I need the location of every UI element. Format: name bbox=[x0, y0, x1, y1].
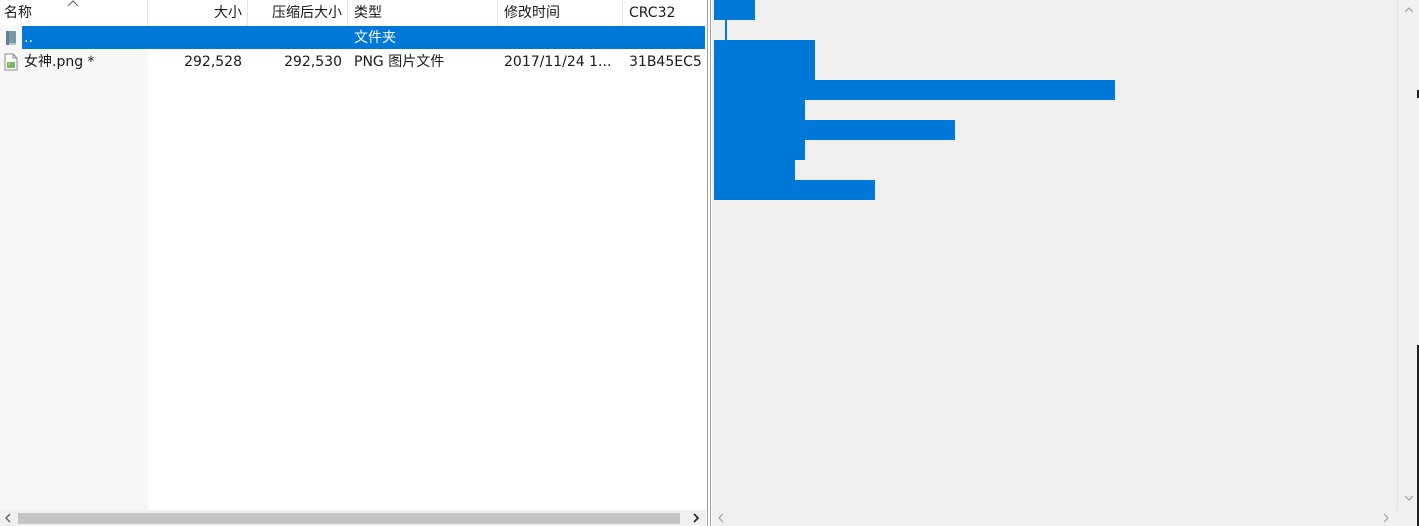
file-size: 292,528 bbox=[184, 54, 242, 70]
scroll-right-icon[interactable] bbox=[1379, 511, 1393, 525]
tree-item-highlight[interactable] bbox=[714, 160, 795, 180]
name-column-background bbox=[0, 26, 148, 510]
column-header-crc32[interactable]: CRC32 bbox=[629, 0, 705, 26]
scroll-right-icon[interactable] bbox=[688, 510, 704, 526]
file-row-parent[interactable]: .. 文件夹 bbox=[0, 26, 706, 50]
tree-item-highlight[interactable] bbox=[714, 60, 815, 80]
column-header-size[interactable]: 大小 bbox=[150, 0, 242, 26]
file-name: 女神.png * bbox=[24, 54, 95, 70]
folder-tree-pane bbox=[712, 0, 1419, 526]
file-type: 文件夹 bbox=[354, 30, 396, 46]
splitter-line bbox=[710, 0, 711, 526]
file-type: PNG 图片文件 bbox=[354, 54, 445, 70]
file-row[interactable]: 女神.png * 292,528 292,530 PNG 图片文件 2017/1… bbox=[0, 50, 706, 74]
column-header-bar: 名称 大小 压缩后大小 类型 修改时间 CRC32 bbox=[0, 0, 706, 26]
scroll-up-icon[interactable] bbox=[1402, 3, 1416, 17]
scroll-down-icon[interactable] bbox=[1402, 491, 1416, 505]
horizontal-scrollbar[interactable] bbox=[0, 510, 706, 526]
column-separator[interactable] bbox=[622, 0, 623, 26]
tree-item-highlight[interactable] bbox=[714, 40, 815, 60]
sort-ascending-icon bbox=[67, 0, 79, 7]
tree-item-highlight[interactable] bbox=[725, 20, 727, 40]
file-modified-time: 2017/11/24 1... bbox=[504, 54, 612, 70]
file-list-pane: 名称 大小 压缩后大小 类型 修改时间 CRC32 .. 文件夹 女神.png … bbox=[0, 0, 706, 526]
splitter-line bbox=[707, 0, 708, 526]
tree-horizontal-scrollbar[interactable] bbox=[712, 510, 1419, 526]
tree-item-highlight[interactable] bbox=[714, 80, 1115, 100]
column-separator[interactable] bbox=[247, 0, 248, 26]
file-name: .. bbox=[24, 30, 33, 46]
tree-item-highlight[interactable] bbox=[714, 120, 955, 140]
folder-up-icon bbox=[6, 31, 16, 45]
column-separator[interactable] bbox=[347, 0, 348, 26]
tree-item-highlight[interactable] bbox=[714, 100, 805, 120]
scroll-left-icon[interactable] bbox=[0, 510, 16, 526]
tree-item-highlight[interactable] bbox=[714, 180, 875, 200]
column-separator[interactable] bbox=[497, 0, 498, 26]
column-header-packed-size[interactable]: 压缩后大小 bbox=[250, 0, 342, 26]
tree-item-highlight[interactable] bbox=[714, 140, 805, 160]
vertical-scrollbar[interactable] bbox=[1397, 0, 1419, 510]
column-header-modified[interactable]: 修改时间 bbox=[504, 0, 619, 26]
file-packed-size: 292,530 bbox=[284, 54, 342, 70]
column-separator[interactable] bbox=[147, 0, 148, 26]
file-crc32: 31B45EC5 bbox=[629, 54, 702, 70]
image-file-icon bbox=[4, 53, 18, 71]
tree-item-highlight[interactable] bbox=[714, 0, 755, 20]
scroll-left-icon[interactable] bbox=[714, 511, 728, 525]
scrollbar-thumb[interactable] bbox=[18, 513, 680, 524]
column-header-type[interactable]: 类型 bbox=[354, 0, 494, 26]
